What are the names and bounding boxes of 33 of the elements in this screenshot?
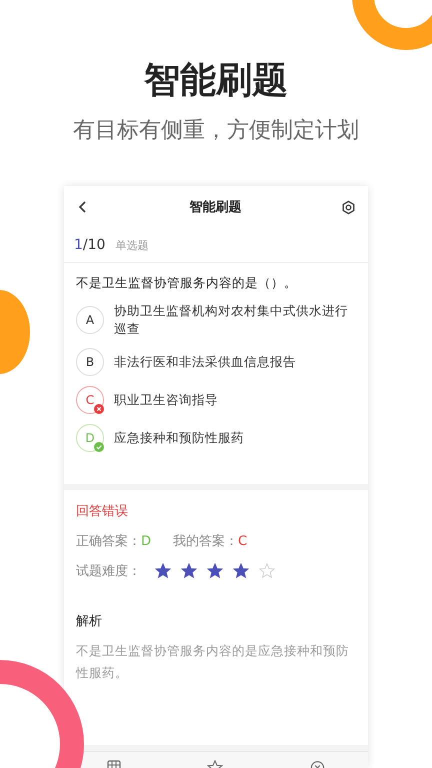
star-icon[interactable] bbox=[207, 760, 224, 768]
option-text[interactable]: 非法行医和非法采供血信息报告 bbox=[114, 353, 296, 371]
check-icon bbox=[94, 442, 104, 452]
difficulty-label: 试题难度： bbox=[76, 563, 141, 580]
screen-title: 智能刷题 bbox=[190, 199, 242, 216]
option-letter[interactable]: A bbox=[76, 306, 104, 334]
correct-answer: D bbox=[141, 534, 152, 548]
answer-status: 回答错误 bbox=[76, 503, 129, 520]
question-total: /10 bbox=[82, 237, 106, 253]
question-number: 1 bbox=[74, 237, 83, 253]
my-answer-label: 我的答案： bbox=[173, 533, 238, 550]
option-text[interactable]: 职业卫生咨询指导 bbox=[114, 391, 218, 409]
settings-icon[interactable] bbox=[341, 200, 356, 214]
subtitle: 有目标有侧重，方便制定计划 bbox=[73, 117, 359, 145]
option-letter[interactable]: C bbox=[76, 386, 104, 414]
question-type: 单选题 bbox=[115, 238, 148, 252]
star-icon bbox=[181, 563, 197, 579]
star-icon bbox=[155, 563, 171, 579]
my-answer: C bbox=[238, 534, 248, 548]
option-text[interactable]: 协助卫生监督机构对农村集中式供水进行巡查 bbox=[114, 302, 356, 338]
star-icon bbox=[259, 563, 275, 579]
option-letter[interactable]: B bbox=[76, 348, 104, 376]
correct-answer-label: 正确答案： bbox=[76, 533, 141, 550]
star-icon bbox=[207, 563, 223, 579]
option-text[interactable]: 应急接种和预防性服药 bbox=[114, 429, 244, 447]
cross-icon bbox=[94, 404, 104, 414]
question-text: 不是卫生监督协管服务内容的是（）。 bbox=[76, 275, 298, 292]
analysis-text: 不是卫生监督协管服务内容的是应急接种和预防性服药。 bbox=[76, 642, 350, 682]
close-icon[interactable] bbox=[310, 760, 325, 768]
grid-icon[interactable] bbox=[107, 760, 122, 768]
headline: 智能刷题 bbox=[144, 59, 288, 103]
star-icon bbox=[233, 563, 249, 579]
analysis-title: 解析 bbox=[76, 613, 103, 630]
